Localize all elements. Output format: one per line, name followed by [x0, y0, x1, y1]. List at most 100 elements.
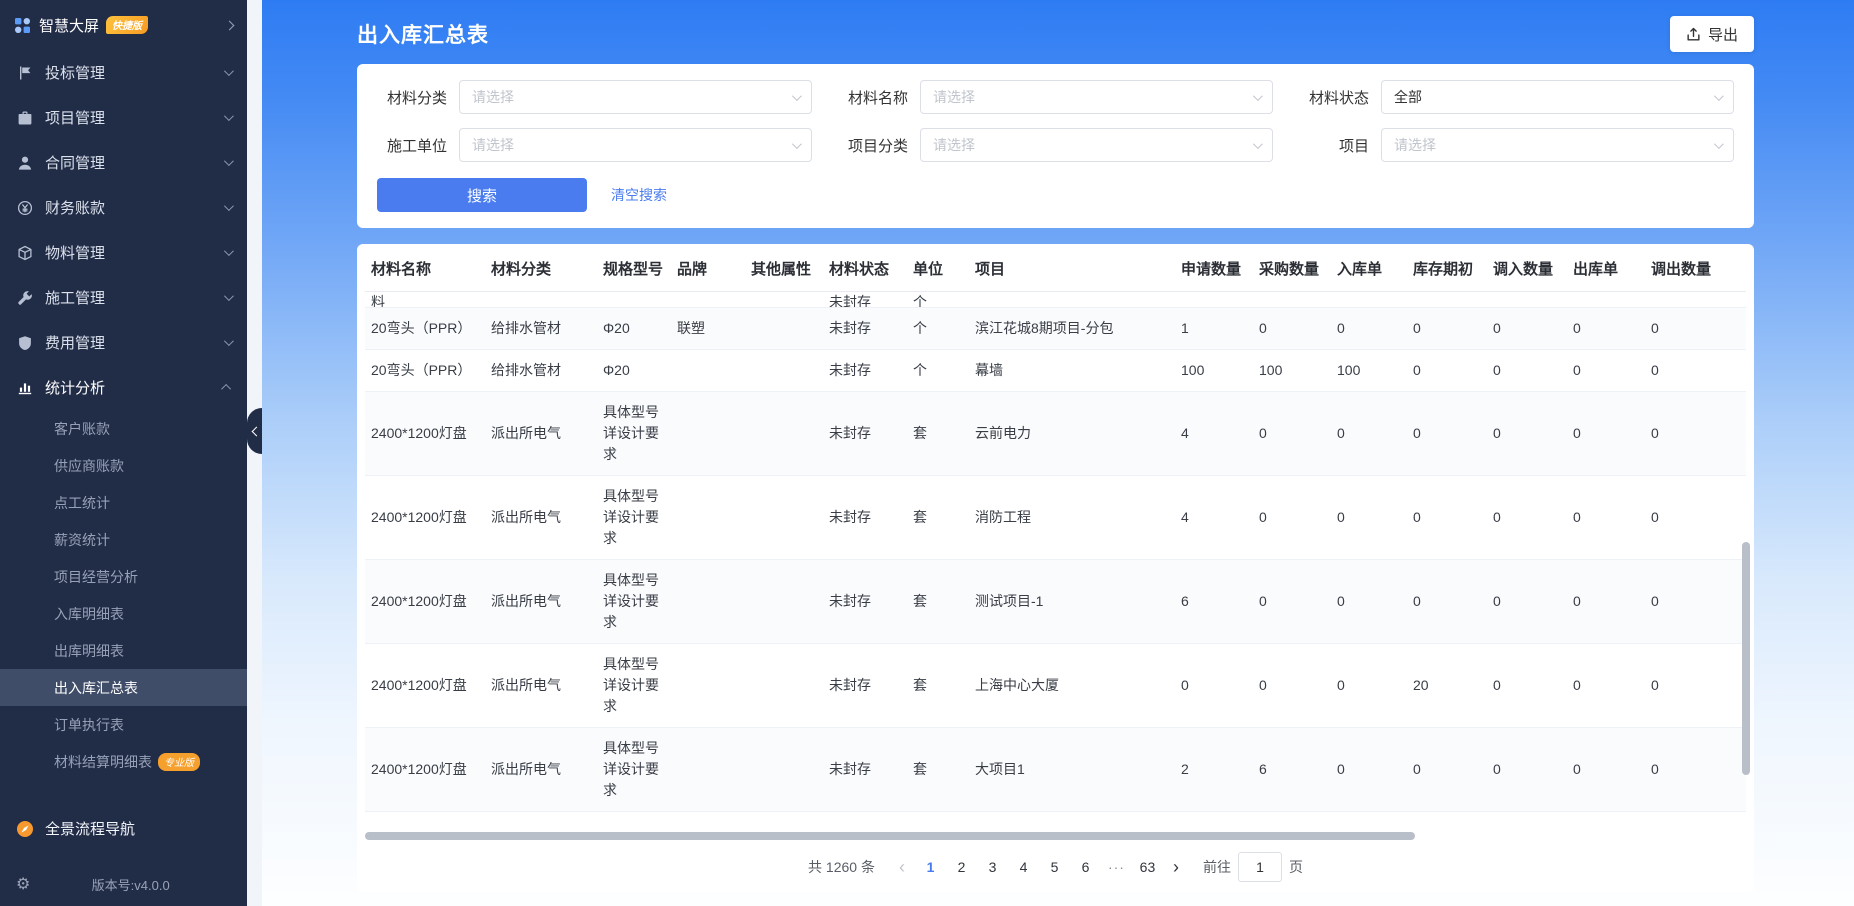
select-value: 请选择: [472, 87, 514, 107]
material-category-select[interactable]: 请选择: [459, 80, 812, 114]
table-cell: 20弯头（PPR）: [365, 350, 485, 391]
column-header: 其他属性: [745, 244, 823, 291]
page-jump-input[interactable]: [1238, 852, 1282, 882]
sidebar-item-label: 统计分析: [45, 377, 105, 398]
table-cell: 未封存: [823, 308, 907, 349]
sidebar-item-8[interactable]: 统计分析: [0, 365, 247, 410]
sidebar-subitem-8[interactable]: 出入库汇总表: [0, 669, 247, 706]
column-header: 单位: [907, 244, 969, 291]
chevron-down-icon: [224, 111, 234, 121]
table-cell: Φ20: [597, 308, 671, 349]
table-cell: 100: [1331, 350, 1407, 391]
sidebar-subitem-1[interactable]: 客户账款: [0, 410, 247, 447]
wrench-icon: [16, 289, 34, 307]
pagination-ellipsis[interactable]: ···: [1103, 859, 1130, 875]
table-row[interactable]: 20弯头（PPR）给排水管材Φ20联塑未封存个滨江花城8期项目-分包100000…: [365, 308, 1746, 350]
gear-icon[interactable]: ⚙: [16, 874, 30, 894]
material-status-select[interactable]: 全部: [1381, 80, 1734, 114]
sidebar-subitem-label: 客户账款: [54, 419, 110, 439]
project-select[interactable]: 请选择: [1381, 128, 1734, 162]
select-value: 请选择: [933, 87, 975, 107]
construction-unit-select[interactable]: 请选择: [459, 128, 812, 162]
sidebar-item-1[interactable]: 投标管理: [0, 50, 247, 95]
table-cell: 套: [907, 749, 969, 790]
sidebar-item-label: 财务账款: [45, 197, 105, 218]
table-cell: 云前电力: [969, 413, 1175, 454]
next-page-button[interactable]: ›: [1163, 858, 1189, 876]
table-cell: 0: [1567, 413, 1645, 454]
table-cell: 0: [1253, 581, 1331, 622]
table-cell: 0: [1645, 350, 1725, 391]
clear-search-link[interactable]: 清空搜索: [611, 185, 667, 205]
vertical-scrollbar[interactable]: [1742, 542, 1750, 775]
chevron-down-icon: [792, 91, 802, 101]
sidebar-subitem-6[interactable]: 入库明细表: [0, 595, 247, 632]
page-63[interactable]: 63: [1134, 859, 1161, 875]
compass-icon: [16, 820, 34, 838]
sidebar-subitem-label: 薪资统计: [54, 530, 110, 550]
table-cell: 给排水管材: [485, 308, 597, 349]
table-cell: 2400*1200灯盘: [365, 581, 485, 622]
collapse-sidebar-button[interactable]: [247, 408, 262, 454]
table-cell: 6: [1253, 749, 1331, 790]
page-4[interactable]: 4: [1010, 859, 1037, 875]
page-5[interactable]: 5: [1041, 859, 1068, 875]
page-2[interactable]: 2: [948, 859, 975, 875]
table-row[interactable]: 20弯头（PPR）给排水管材Φ20未封存个幕墙1001001000000: [365, 350, 1746, 392]
table-cell: 个: [907, 292, 969, 308]
sidebar-subitem-label: 供应商账款: [54, 456, 124, 476]
sidebar-subitem-4[interactable]: 薪资统计: [0, 521, 247, 558]
sidebar-item-flow-navigation[interactable]: 全景流程导航: [0, 806, 247, 851]
project-category-select[interactable]: 请选择: [920, 128, 1273, 162]
sidebar-subitem-5[interactable]: 项目经营分析: [0, 558, 247, 595]
sidebar-item-4[interactable]: 财务账款: [0, 185, 247, 230]
sidebar-item-2[interactable]: 项目管理: [0, 95, 247, 140]
filter-group-project: 项目 请选择: [1299, 128, 1734, 162]
table-row[interactable]: 2400*1200灯盘派出所电气具体型号详设计要求未封存套上海中心大厦00020…: [365, 644, 1746, 728]
table-cell: 2: [1175, 749, 1253, 790]
chevron-down-icon: [224, 66, 234, 76]
chevron-down-icon: [1714, 91, 1724, 101]
table-cell: 0: [1175, 665, 1253, 706]
chevron-left-icon: [251, 426, 261, 436]
horizontal-scrollbar[interactable]: [365, 832, 1415, 840]
sidebar-item-6[interactable]: 施工管理: [0, 275, 247, 320]
page-3[interactable]: 3: [979, 859, 1006, 875]
prev-page-button[interactable]: ‹: [889, 858, 915, 876]
table-row[interactable]: 2400*1200灯盘派出所电气具体型号详设计要求未封存套大项目12600000: [365, 728, 1746, 812]
sidebar-subitem-3[interactable]: 点工统计: [0, 484, 247, 521]
sidebar-item-label: 合同管理: [45, 152, 105, 173]
sidebar-logo[interactable]: 智慧大屏 快捷版: [0, 0, 247, 50]
chevron-right-icon: [225, 20, 235, 30]
sidebar-item-label: 项目管理: [45, 107, 105, 128]
pagination: 共 1260 条 ‹ 123456···63 › 前往 页: [365, 842, 1746, 892]
sidebar-item-5[interactable]: 物料管理: [0, 230, 247, 275]
table-cell: 0: [1331, 665, 1407, 706]
table-cell: [671, 760, 745, 780]
main-content: 出入库汇总表 导出 材料分类 请选择 材料名称 请选择: [262, 0, 1854, 906]
page-6[interactable]: 6: [1072, 859, 1099, 875]
table-cell: [671, 424, 745, 444]
sidebar-subitem-7[interactable]: 出库明细表: [0, 632, 247, 669]
material-name-select[interactable]: 请选择: [920, 80, 1273, 114]
table-row[interactable]: 料未封存个: [365, 292, 1746, 308]
table-row[interactable]: 2400*1200灯盘派出所电气具体型号详设计要求未封存套云前电力4000000: [365, 392, 1746, 476]
table-cell: 0: [1331, 749, 1407, 790]
sidebar-subitem-9[interactable]: 订单执行表: [0, 706, 247, 743]
sidebar-item-7[interactable]: 费用管理: [0, 320, 247, 365]
column-header: 申请数量: [1175, 244, 1253, 291]
table-cell: 4: [1175, 497, 1253, 538]
export-button[interactable]: 导出: [1670, 16, 1754, 52]
sidebar-item-3[interactable]: 合同管理: [0, 140, 247, 185]
sidebar-item-label: 全景流程导航: [45, 818, 135, 839]
table-row[interactable]: 2400*1200灯盘派出所电气具体型号详设计要求未封存套消防工程4000000: [365, 476, 1746, 560]
sidebar-subitem-2[interactable]: 供应商账款: [0, 447, 247, 484]
table-cell: 套: [907, 497, 969, 538]
search-button[interactable]: 搜索: [377, 178, 587, 212]
sidebar-menu: 投标管理项目管理合同管理财务账款物料管理施工管理费用管理统计分析客户账款供应商账…: [0, 50, 247, 780]
table-row[interactable]: 2400*1200灯盘派出所电气具体型号详设计要求未封存套测试项目-160000…: [365, 560, 1746, 644]
chevron-up-icon: [221, 384, 231, 394]
sidebar-item-label: 费用管理: [45, 332, 105, 353]
sidebar-subitem-10[interactable]: 材料结算明细表专业版: [0, 743, 247, 780]
page-1[interactable]: 1: [917, 859, 944, 875]
